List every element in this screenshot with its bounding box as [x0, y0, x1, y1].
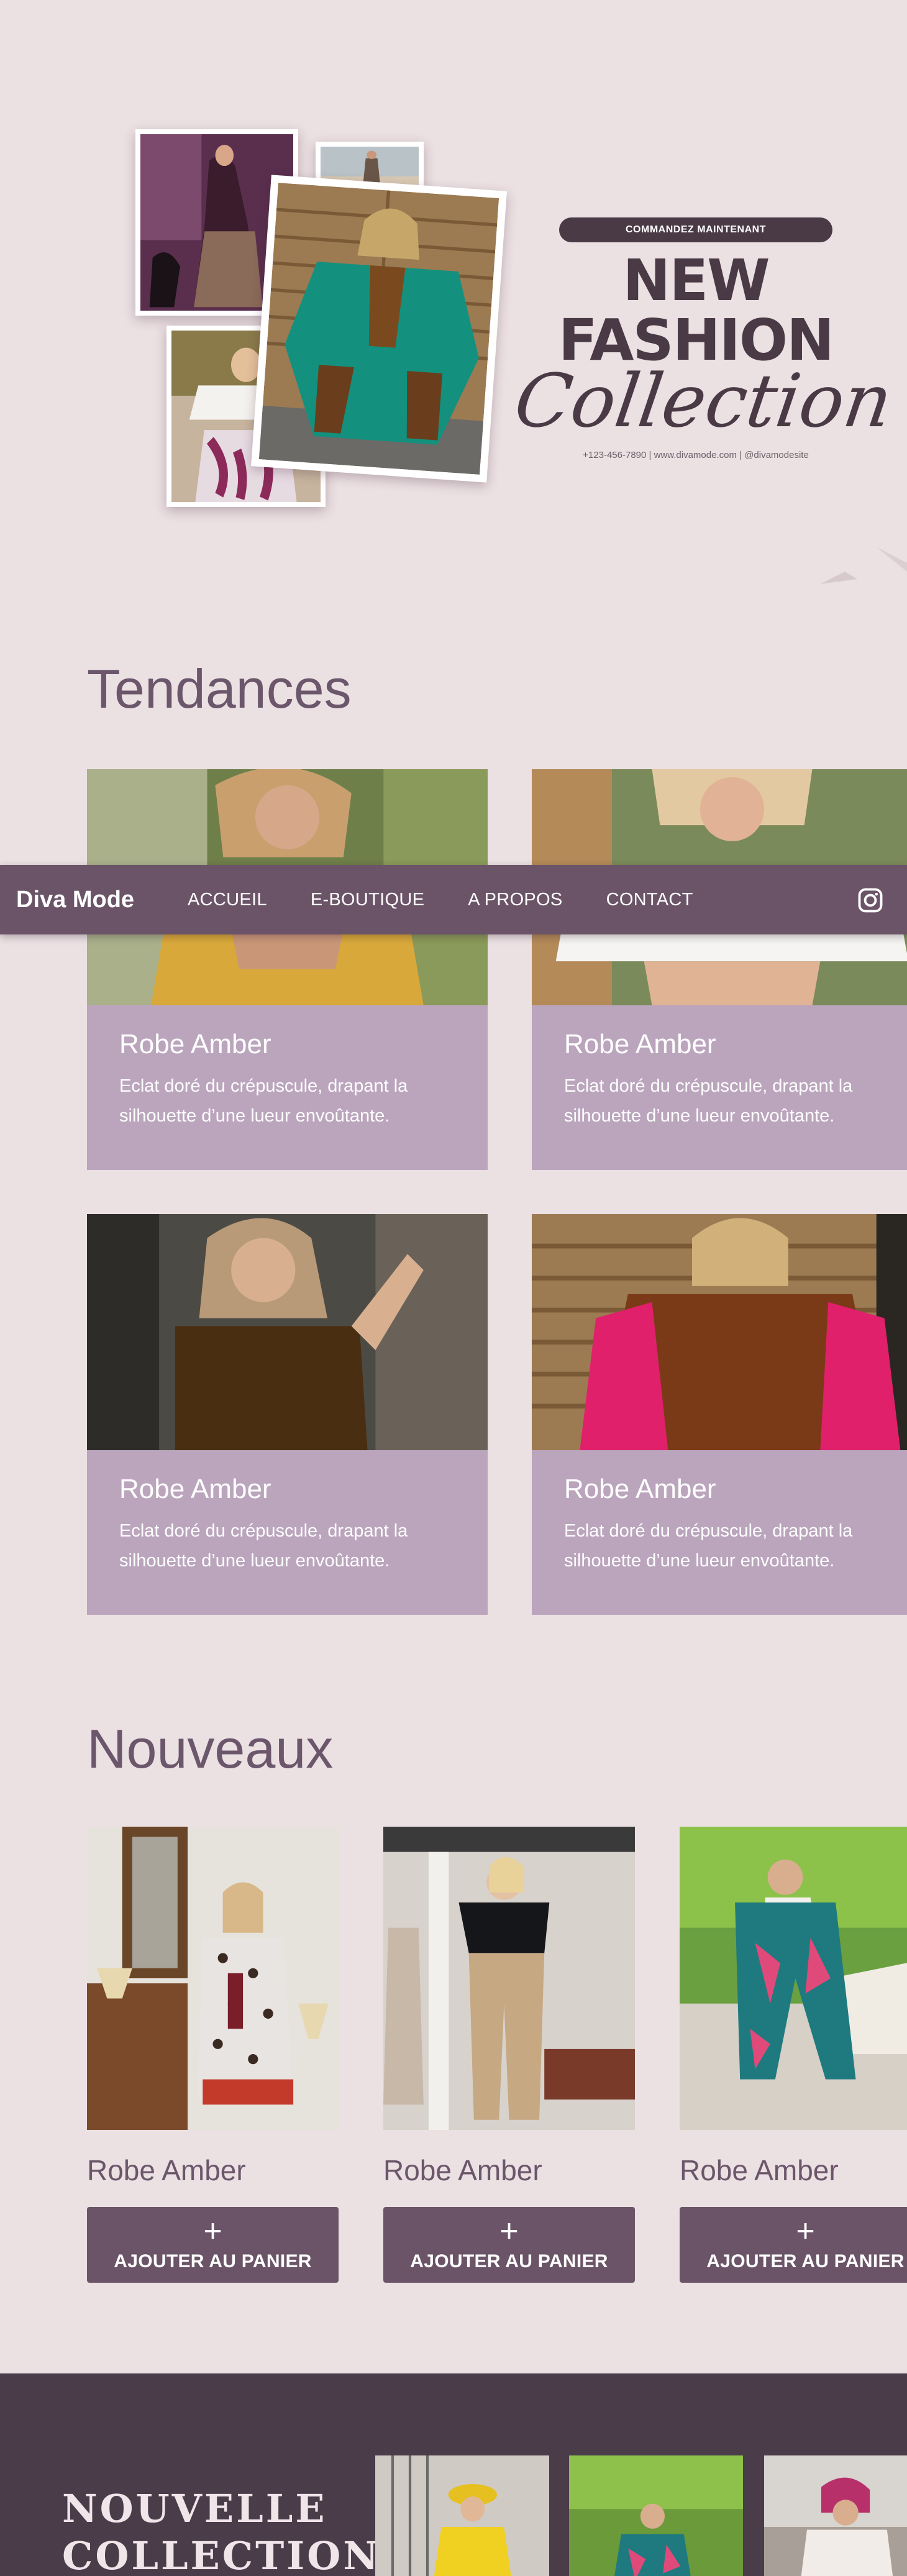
new-collection-title: NOUVELLE COLLECTION [62, 2486, 381, 2576]
plus-icon: + [499, 2213, 519, 2249]
nav-link-a-propos[interactable]: A PROPOS [468, 890, 562, 910]
trend-card[interactable]: Robe Amber Eclat doré du crépuscule, dra… [87, 1214, 488, 1615]
add-to-cart-button[interactable]: + AJOUTER AU PANIER [680, 2207, 907, 2283]
trend-card[interactable]: Robe Amber Eclat doré du crépuscule, dra… [87, 769, 488, 1170]
trend-card-desc: Eclat doré du crépuscule, drapant la sil… [119, 1076, 408, 1126]
trend-card-photo-pink [532, 1214, 907, 1450]
hero-headline: COMMANDEZ MAINTENANT NEW FASHION Collect… [509, 217, 898, 460]
trend-card-photo-brown [87, 1214, 488, 1450]
instagram-icon[interactable] [857, 887, 883, 913]
hero-title-line1: NEW FASHION [558, 247, 834, 373]
hero-photo-teal-kaftan [251, 175, 507, 483]
trend-card[interactable]: Robe Amber Eclat doré du crépuscule, dra… [532, 1214, 907, 1615]
product-card: Robe Amber + AJOUTER AU PANIER [87, 1827, 339, 2283]
trend-card-body: Robe Amber Eclat doré du crépuscule, dra… [87, 1450, 488, 1615]
trend-card[interactable]: Robe Amber Eclat doré du crépuscule, dra… [532, 769, 907, 1170]
product-photo-leopard[interactable] [87, 1827, 339, 2130]
trend-card-desc: Eclat doré du crépuscule, drapant la sil… [119, 1521, 408, 1571]
hero-title-line2: Collection [509, 358, 898, 444]
hero-contact-info: +123-456-7890 | www.divamode.com | @diva… [583, 450, 809, 460]
main-navbar: Diva Mode ACCUEIL E-BOUTIQUE A PROPOS CO… [0, 865, 907, 934]
add-to-cart-label: AJOUTER AU PANIER [114, 2251, 312, 2272]
tendances-title: Tendances [87, 658, 352, 719]
product-card: Robe Amber + AJOUTER AU PANIER [383, 1827, 635, 2283]
trend-card-name: Robe Amber [564, 1474, 716, 1504]
trend-card-desc: Eclat doré du crépuscule, drapant la sil… [564, 1076, 853, 1126]
trend-card-body: Robe Amber Eclat doré du crépuscule, dra… [532, 1005, 907, 1170]
decorative-streak [820, 547, 907, 584]
trend-card-body: Robe Amber Eclat doré du crépuscule, dra… [532, 1450, 907, 1615]
product-photo-tropical[interactable] [680, 1827, 907, 2130]
order-now-button[interactable]: COMMANDEZ MAINTENANT [559, 217, 832, 242]
plus-icon: + [203, 2213, 222, 2249]
trend-card-name: Robe Amber [119, 1029, 271, 1059]
trend-card-desc: Eclat doré du crépuscule, drapant la sil… [564, 1521, 853, 1571]
brand-logo[interactable]: Diva Mode [16, 887, 188, 913]
band-photo-headscarf[interactable] [764, 2455, 907, 2576]
add-to-cart-label: AJOUTER AU PANIER [706, 2251, 905, 2272]
product-name: Robe Amber [383, 2154, 542, 2186]
add-to-cart-button[interactable]: + AJOUTER AU PANIER [87, 2207, 339, 2283]
plus-icon: + [796, 2213, 815, 2249]
trend-card-body: Robe Amber Eclat doré du crépuscule, dra… [87, 1005, 488, 1170]
add-to-cart-button[interactable]: + AJOUTER AU PANIER [383, 2207, 635, 2283]
product-photo-black-top[interactable] [383, 1827, 635, 2130]
nav-link-accueil[interactable]: ACCUEIL [188, 890, 267, 910]
new-collection-band: NOUVELLE COLLECTION [0, 2373, 907, 2576]
nav-link-e-boutique[interactable]: E-BOUTIQUE [311, 890, 424, 910]
band-photo-yellow-hat[interactable] [375, 2455, 549, 2576]
add-to-cart-label: AJOUTER AU PANIER [410, 2251, 608, 2272]
hero-section: COMMANDEZ MAINTENANT NEW FASHION Collect… [0, 0, 907, 609]
trend-card-name: Robe Amber [564, 1029, 716, 1059]
band-photo-tropical[interactable] [569, 2455, 743, 2576]
product-name: Robe Amber [87, 2154, 246, 2186]
product-name: Robe Amber [680, 2154, 839, 2186]
nouveaux-title: Nouveaux [87, 1718, 334, 1779]
trend-card-name: Robe Amber [119, 1474, 271, 1504]
product-card: Robe Amber + AJOUTER AU PANIER [680, 1827, 907, 2283]
nav-link-contact[interactable]: CONTACT [606, 890, 693, 910]
